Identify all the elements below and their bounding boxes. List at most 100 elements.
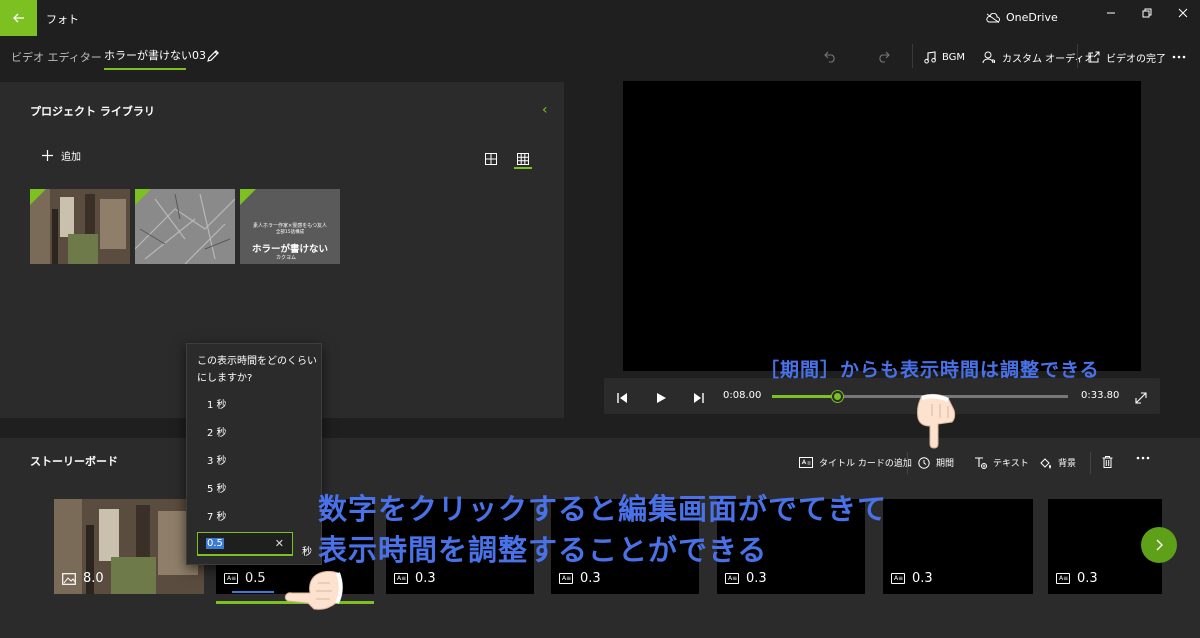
delete-button[interactable] <box>1102 456 1113 468</box>
clip-duration[interactable]: A≡ 0.3 <box>891 571 933 586</box>
clip-duration[interactable]: A≡ 0.5 <box>224 571 266 586</box>
title-card-icon: A≡ <box>394 573 408 584</box>
onedrive-status[interactable]: OneDrive <box>986 11 1058 24</box>
library-thumbnail-drawing[interactable] <box>135 189 235 264</box>
minimize-button[interactable] <box>1096 4 1126 22</box>
text-label: テキスト <box>993 459 1029 469</box>
duration-flyout: この表示時間をどのくらいにしますか? 1 秒 2 秒 3 秒 5 秒 7 秒 0… <box>186 343 322 565</box>
music-note-icon <box>924 50 936 63</box>
annotation-line-1: 数字をクリックすると編集画面がでてきて <box>318 492 888 526</box>
paint-bucket-icon <box>1040 457 1051 469</box>
finish-video-button[interactable]: ビデオの完了 <box>1088 46 1166 68</box>
timeline-progress <box>772 395 838 398</box>
custom-duration-input[interactable]: 0.5 ✕ <box>197 532 293 556</box>
clock-icon <box>918 456 930 469</box>
title-card-icon <box>799 457 813 468</box>
undo-button[interactable] <box>824 46 838 68</box>
duration-option[interactable]: 5 秒 <box>207 480 227 495</box>
title-card-icon: A≡ <box>224 573 238 584</box>
add-title-card-button[interactable]: タイトル カードの追加 <box>799 456 912 469</box>
player-controls: 0:08.00 0:33.80 <box>604 378 1160 414</box>
timeline-handle[interactable] <box>832 391 844 402</box>
card-caption: 素人ホラー作家×霊感をもつ友人 <box>253 223 327 229</box>
clip-duration-value: 0.3 <box>746 571 767 586</box>
scroll-right-button[interactable] <box>1141 527 1177 563</box>
add-media-button[interactable]: 追加 <box>42 148 81 163</box>
previous-frame-button[interactable] <box>616 389 628 408</box>
duration-question: この表示時間をどのくらいにしますか? <box>197 356 317 384</box>
large-grid-view-button[interactable] <box>485 150 497 169</box>
library-thumbnail-title-card[interactable]: 素人ホラー作家×霊感をもつ友人 全部15話構成 ホラーが書けない カクヨム <box>240 189 340 264</box>
duration-option[interactable]: 1 秒 <box>207 396 227 411</box>
pencil-icon <box>207 50 219 62</box>
clip-duration[interactable]: A≡ 0.3 <box>394 571 436 586</box>
duration-button[interactable]: 期間 <box>918 456 954 469</box>
clip-duration-value: 0.3 <box>912 571 933 586</box>
video-preview[interactable] <box>623 81 1141 371</box>
more-options-button[interactable] <box>1172 46 1186 68</box>
clear-icon[interactable]: ✕ <box>275 537 284 550</box>
rename-button[interactable] <box>206 48 220 67</box>
storyboard-more-button[interactable] <box>1136 456 1150 460</box>
title-card-icon: A≡ <box>725 573 739 584</box>
undo-icon <box>824 51 835 63</box>
redo-button[interactable] <box>876 46 890 68</box>
custom-duration-value: 0.5 <box>206 538 224 549</box>
clip-duration-value: 0.5 <box>245 571 266 586</box>
storyboard-divider <box>1090 452 1091 474</box>
duration-option[interactable]: 2 秒 <box>207 424 227 439</box>
project-name-underline <box>104 68 186 70</box>
duration-option[interactable]: 3 秒 <box>207 452 227 467</box>
title-card-icon: A≡ <box>559 573 573 584</box>
library-thumbnail-photo[interactable] <box>30 189 130 264</box>
custom-audio-label: カスタム オーディオ <box>1002 53 1095 65</box>
close-window-button[interactable] <box>1168 4 1198 22</box>
bgm-button[interactable]: BGM <box>924 46 965 68</box>
pointing-hand-left-icon <box>284 570 343 610</box>
more-icon <box>1172 55 1186 59</box>
storyboard-clip[interactable]: 8.0 <box>54 499 204 594</box>
card-author: カクヨム <box>276 255 297 261</box>
back-button[interactable] <box>0 0 37 36</box>
app-title: フォト <box>46 13 79 26</box>
grid-small-icon <box>517 153 529 165</box>
background-button[interactable]: 背景 <box>1039 456 1076 469</box>
clip-duration[interactable]: A≡ 0.3 <box>559 571 601 586</box>
clip-duration[interactable]: A≡ 0.3 <box>725 571 767 586</box>
fullscreen-button[interactable] <box>1135 389 1147 408</box>
plus-icon <box>42 150 53 161</box>
more-icon <box>1136 456 1150 460</box>
finish-video-label: ビデオの完了 <box>1106 53 1166 65</box>
collapse-library-icon[interactable]: ‹ <box>542 102 548 118</box>
next-frame-button[interactable] <box>693 389 705 408</box>
back-arrow-icon <box>12 13 24 23</box>
toolbar-divider <box>1077 44 1078 68</box>
onedrive-label: OneDrive <box>1006 11 1058 24</box>
clip-duration-value: 0.3 <box>1077 571 1098 586</box>
duration-option[interactable]: 7 秒 <box>207 508 227 523</box>
title-card-icon: A≡ <box>1056 573 1070 584</box>
export-icon <box>1088 51 1100 63</box>
storyboard-title: ストーリーボード <box>30 455 118 468</box>
pointing-hand-down-icon <box>917 393 956 449</box>
library-title: プロジェクト ライブラリ <box>30 105 155 118</box>
storyboard-clip[interactable]: A≡ 0.3 <box>883 499 1033 594</box>
close-icon <box>1178 8 1188 18</box>
used-marker <box>240 189 256 205</box>
duration-label: 期間 <box>936 459 955 469</box>
annotation-top: ［期間］からも表示時間は調整できる <box>760 359 1100 381</box>
play-button[interactable] <box>655 389 667 408</box>
text-button[interactable]: テキスト <box>974 456 1029 469</box>
image-icon <box>62 572 76 585</box>
chevron-right-icon <box>1156 539 1163 551</box>
cloud-off-icon <box>986 12 1000 23</box>
clip-duration[interactable]: 8.0 <box>62 571 104 586</box>
bgm-label: BGM <box>942 51 966 63</box>
clip-duration[interactable]: A≡ 0.3 <box>1056 571 1098 586</box>
play-icon <box>657 393 666 403</box>
clip-duration-value: 8.0 <box>83 571 104 586</box>
restore-button[interactable] <box>1132 4 1162 22</box>
view-selected-indicator <box>514 167 532 169</box>
restore-icon <box>1142 8 1152 18</box>
trash-icon <box>1102 456 1113 468</box>
